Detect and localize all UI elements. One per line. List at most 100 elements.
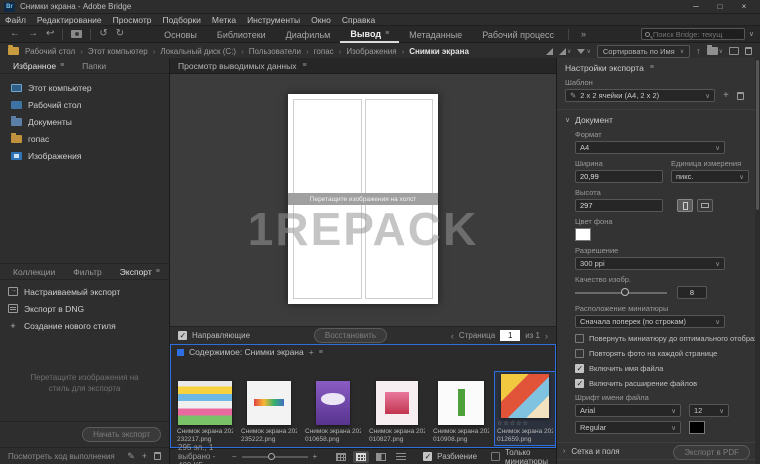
guides-checkbox[interactable] <box>178 331 187 340</box>
breadcrumb-users[interactable]: Пользователи <box>249 47 301 56</box>
chevron-down-icon[interactable]: ∨ <box>719 48 723 55</box>
favorites-item-desktop[interactable]: Рабочий стол <box>0 96 169 113</box>
include-filename-checkbox[interactable] <box>575 364 584 373</box>
favorites-item-user[interactable]: гопас <box>0 130 169 147</box>
details-view-button[interactable] <box>373 451 389 463</box>
favorites-item-this-pc[interactable]: Этот компьютер <box>0 79 169 96</box>
restore-button[interactable]: Восстановить <box>314 328 387 343</box>
include-extension-toggle[interactable]: Включить расширение файлов <box>575 379 752 388</box>
preset-export-dng[interactable]: Экспорт в DNG <box>0 300 169 317</box>
search-box[interactable] <box>641 28 745 40</box>
resolution-dropdown[interactable]: 300 ppi ∨ <box>575 257 725 270</box>
rotate-left-icon[interactable]: ↺ <box>99 29 107 39</box>
panel-menu-icon[interactable]: ≡ <box>319 349 323 356</box>
return-to-recent-icon[interactable]: ↩ <box>46 29 54 39</box>
add-icon[interactable]: + <box>142 451 147 461</box>
thumbs-only-checkbox[interactable] <box>491 452 500 461</box>
close-button[interactable]: × <box>732 2 756 11</box>
new-folder-icon[interactable] <box>707 47 718 55</box>
font-size-dropdown[interactable]: 12 ∨ <box>689 404 729 417</box>
breadcrumb-desktop[interactable]: Рабочий стол <box>25 47 75 56</box>
thumbnail-image[interactable] <box>316 381 350 425</box>
add-template-icon[interactable]: + <box>723 90 729 101</box>
delete-template-icon[interactable] <box>737 92 744 100</box>
font-color-swatch[interactable] <box>689 421 705 434</box>
search-scope-caret-icon[interactable]: ∨ <box>749 30 754 38</box>
thumbnail-image[interactable] <box>178 381 232 425</box>
slider-knob[interactable] <box>268 453 275 460</box>
tab-menu-icon[interactable]: ≡ <box>385 30 389 37</box>
thumbnail-item[interactable]: Снимок экрана 2023-08-11 232217.png <box>175 379 235 445</box>
filter-icon[interactable] <box>577 49 585 54</box>
font-style-dropdown[interactable]: Regular ∨ <box>575 421 681 434</box>
thumbnail-item-selected[interactable]: ☆☆☆☆☆ Снимок экрана 2023-08-13 012659.pn… <box>495 372 555 445</box>
grid-cell[interactable] <box>293 201 362 300</box>
pdf-page-preview[interactable]: Перетащите изображения на холст <box>288 94 438 304</box>
grid-cell[interactable] <box>293 99 362 198</box>
breakdown-toggle[interactable]: Разбиение <box>423 452 477 461</box>
portrait-orientation-button[interactable] <box>677 199 693 212</box>
tab-favorites[interactable]: Избранное ≡ <box>4 59 73 73</box>
sort-dropdown[interactable]: Сортировать по Имя ∨ <box>597 45 690 58</box>
include-extension-checkbox[interactable] <box>575 379 584 388</box>
output-preview-canvas[interactable]: Перетащите изображения на холст 1REPACK <box>170 74 556 326</box>
progress-label[interactable]: Посмотреть ход выполнения <box>8 452 115 461</box>
rotate-right-icon[interactable]: ↻ <box>116 29 124 39</box>
grid-view-button[interactable] <box>333 451 349 463</box>
thumbnail-quality-icon[interactable] <box>546 48 553 55</box>
new-window-icon[interactable] <box>729 47 739 55</box>
menu-file[interactable]: Файл <box>5 15 26 25</box>
tab-workflow[interactable]: Рабочий процесс <box>472 26 564 43</box>
grid-cell[interactable] <box>365 201 434 300</box>
menu-view[interactable]: Просмотр <box>113 15 152 25</box>
quality-slider-knob[interactable] <box>621 288 629 296</box>
rotate-thumbnail-checkbox[interactable] <box>575 334 584 343</box>
quality-value-input[interactable] <box>677 286 707 299</box>
menu-label[interactable]: Метка <box>212 15 236 25</box>
tab-essentials[interactable]: Основы <box>154 26 207 43</box>
favorites-item-pictures[interactable]: Изображения <box>0 147 169 164</box>
thumbnail-item[interactable]: Снимок экрана 2023-08-13 010827.png <box>367 379 427 445</box>
thumbnail-image[interactable] <box>247 381 291 425</box>
placement-dropdown[interactable]: Сначала поперек (по строкам) ∨ <box>575 315 725 328</box>
tabs-overflow-icon[interactable]: » <box>581 29 586 39</box>
start-export-button[interactable]: Начать экспорт <box>82 427 161 442</box>
back-icon[interactable]: ← <box>10 29 20 39</box>
tab-output-active[interactable]: Вывод ≡ <box>340 26 399 43</box>
page-number-input[interactable] <box>500 330 520 341</box>
breadcrumb-this-pc[interactable]: Этот компьютер <box>88 47 148 56</box>
font-family-dropdown[interactable]: Arial ∨ <box>575 404 681 417</box>
unit-dropdown[interactable]: пикс. ∨ <box>671 170 749 183</box>
forward-icon[interactable]: → <box>28 29 38 39</box>
camera-import-icon[interactable] <box>71 30 82 38</box>
minimize-button[interactable]: ─ <box>684 2 708 11</box>
zoom-in-icon[interactable]: + <box>313 452 318 461</box>
thumbnail-image[interactable] <box>438 381 484 425</box>
height-input[interactable] <box>575 199 663 212</box>
list-view-button[interactable] <box>393 451 409 463</box>
panel-menu-icon[interactable]: ≡ <box>156 268 160 275</box>
thumbnail-item[interactable]: Снимок экрана 2023-08-11 235222.png <box>239 379 299 445</box>
thumbnail-item[interactable]: Снимок экрана 2023-08-13 010908.png <box>431 379 491 445</box>
thumbnail-view-button[interactable] <box>353 451 369 463</box>
thumbnail-image[interactable] <box>501 374 549 418</box>
export-to-pdf-button[interactable]: Экспорт в PDF <box>673 445 750 460</box>
add-tab-icon[interactable]: + <box>309 347 314 357</box>
preset-new-style[interactable]: + Создание нового стиля <box>0 317 169 334</box>
right-panel-scrollbar[interactable] <box>755 58 760 464</box>
template-dropdown[interactable]: ✎ 2 x 2 ячейки (A4, 2 x 2) ∨ <box>565 89 715 102</box>
delete-icon[interactable] <box>154 452 161 460</box>
tab-filter[interactable]: Фильтр <box>64 265 111 279</box>
format-dropdown[interactable]: A4 ∨ <box>575 141 725 154</box>
repeat-photo-checkbox[interactable] <box>575 349 584 358</box>
delete-icon[interactable] <box>745 47 752 55</box>
thumbnail-image[interactable] <box>376 381 418 425</box>
repeat-photo-toggle[interactable]: Повторять фото на каждой странице <box>575 349 752 358</box>
maximize-button[interactable]: □ <box>708 2 732 11</box>
document-section-header[interactable]: ∨ Документ <box>565 110 752 125</box>
landscape-orientation-button[interactable] <box>697 199 713 212</box>
chevron-down-icon[interactable]: ∨ <box>586 48 590 55</box>
menu-tools[interactable]: Инструменты <box>247 15 300 25</box>
search-input[interactable] <box>653 30 741 39</box>
breadcrumb-user[interactable]: гопас <box>314 47 334 56</box>
